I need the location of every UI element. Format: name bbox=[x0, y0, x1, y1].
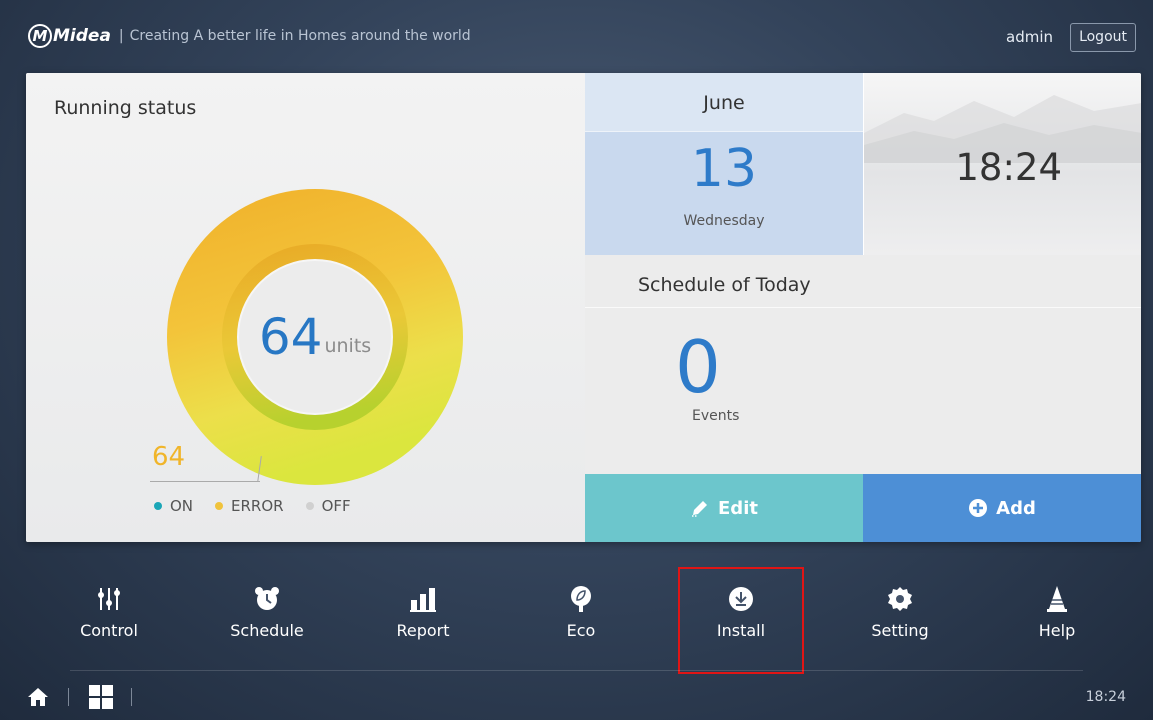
nav-schedule-label: Schedule bbox=[230, 621, 304, 640]
legend-on: ON bbox=[154, 497, 193, 515]
clock-time: 18:24 bbox=[955, 146, 1062, 189]
off-dot-icon bbox=[305, 502, 314, 510]
alarm-clock-icon bbox=[212, 583, 322, 615]
username: admin bbox=[1006, 28, 1053, 46]
add-schedule-button[interactable]: Add bbox=[863, 474, 1141, 542]
bottom-separator bbox=[131, 688, 132, 706]
legend-off: OFF bbox=[305, 497, 351, 515]
legend-error: ERROR bbox=[215, 497, 284, 515]
nav-divider bbox=[70, 670, 1083, 671]
bottom-bar bbox=[0, 674, 1153, 720]
month-label: June bbox=[585, 73, 863, 132]
schedule-body: 0 Events bbox=[585, 308, 1141, 474]
nav-schedule[interactable]: Schedule bbox=[212, 583, 322, 640]
running-status-title: Running status bbox=[54, 97, 197, 119]
schedule-header: Schedule of Today bbox=[585, 255, 1141, 308]
nav-setting[interactable]: Setting bbox=[845, 583, 955, 640]
nav-help-label: Help bbox=[1038, 621, 1076, 640]
sliders-icon bbox=[54, 583, 164, 615]
install-highlight-box bbox=[678, 567, 804, 674]
plus-circle-icon bbox=[968, 498, 988, 518]
slogan-text: Creating A better life in Homes around t… bbox=[129, 28, 471, 44]
nav-setting-label: Setting bbox=[871, 621, 929, 640]
callout-line bbox=[150, 481, 260, 482]
midea-logo-icon: M bbox=[28, 24, 52, 48]
logout-button[interactable]: Logout bbox=[1070, 23, 1136, 52]
events-count: 0 bbox=[675, 325, 721, 409]
day-number: 13 bbox=[690, 139, 758, 199]
edit-schedule-button[interactable]: Edit bbox=[585, 474, 863, 542]
status-legend: ON ERROR OFF bbox=[154, 497, 351, 515]
nav-eco-label: Eco bbox=[566, 621, 596, 640]
nav-help[interactable]: Help bbox=[1002, 583, 1112, 640]
events-label: Events bbox=[692, 408, 740, 424]
cone-icon bbox=[1002, 583, 1112, 615]
nav-report[interactable]: Report bbox=[368, 583, 478, 640]
pencil-icon bbox=[690, 498, 710, 518]
brand-logo: M Midea | Creating A better life in Homes… bbox=[28, 24, 471, 48]
nav-eco[interactable]: Eco bbox=[526, 583, 636, 640]
clock-card: 18:24 bbox=[863, 73, 1141, 255]
units-label: units bbox=[324, 335, 372, 357]
leaf-icon bbox=[526, 583, 636, 615]
nav-control[interactable]: Control bbox=[54, 583, 164, 640]
error-count-label: 64 bbox=[152, 442, 186, 472]
schedule-title: Schedule of Today bbox=[638, 274, 811, 296]
bottom-separator bbox=[68, 688, 69, 706]
donut-center: 64 units bbox=[165, 187, 465, 487]
grid-icon[interactable] bbox=[89, 685, 113, 713]
error-dot-icon bbox=[215, 502, 224, 510]
main-nav: Control Schedule Report Eco Install Sett… bbox=[0, 583, 1153, 663]
status-clock: 18:24 bbox=[1085, 689, 1126, 705]
nav-report-label: Report bbox=[396, 621, 450, 640]
bar-chart-icon bbox=[368, 583, 478, 615]
weekday-label: Wednesday bbox=[683, 213, 765, 229]
home-icon[interactable] bbox=[27, 687, 49, 711]
gear-icon bbox=[845, 583, 955, 615]
slogan: | Creating A better life in Homes around … bbox=[118, 28, 471, 44]
units-donut-chart: 64 units bbox=[165, 187, 465, 487]
on-dot-icon bbox=[154, 502, 162, 510]
add-label: Add bbox=[996, 497, 1036, 519]
legend-off-label: OFF bbox=[321, 497, 351, 515]
total-units-number: 64 bbox=[258, 308, 323, 366]
running-status-card: Running status 64 units 64 ON ERROR OFF bbox=[26, 73, 585, 542]
top-bar: M Midea | Creating A better life in Homes… bbox=[0, 0, 1153, 70]
legend-error-label: ERROR bbox=[231, 497, 284, 515]
date-card: June 13 Wednesday bbox=[585, 73, 863, 255]
legend-on-label: ON bbox=[170, 497, 194, 515]
logo-text: Midea bbox=[53, 26, 111, 46]
edit-label: Edit bbox=[718, 497, 758, 519]
dashboard-panel: Running status 64 units 64 ON ERROR OFF … bbox=[26, 73, 1141, 542]
nav-control-label: Control bbox=[80, 621, 138, 640]
